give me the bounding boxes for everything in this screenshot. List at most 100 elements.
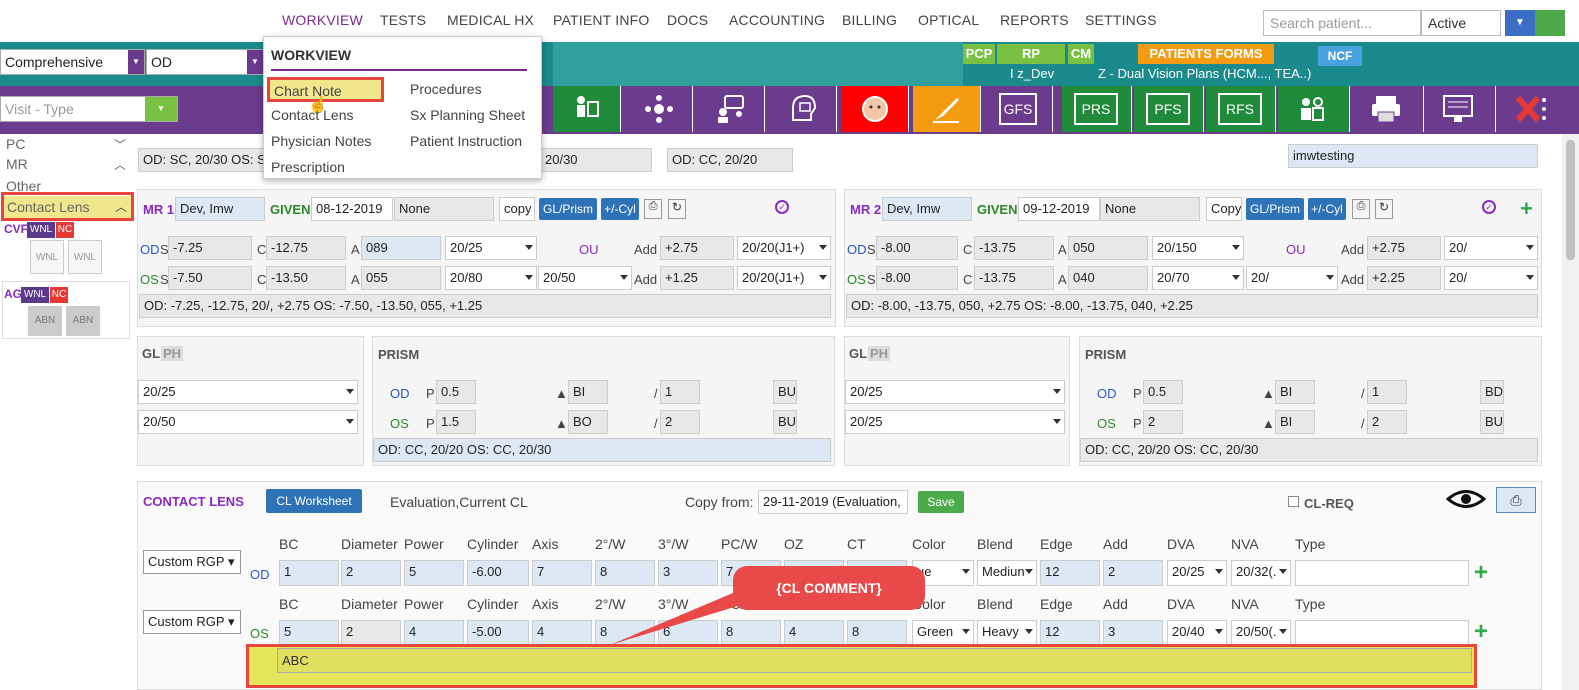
ph1-label[interactable]: PH	[161, 346, 184, 361]
cl-os-field-12[interactable]: 12	[1040, 620, 1100, 646]
prs-button[interactable]: PRS	[1062, 86, 1132, 132]
mr1-os-sphere[interactable]: -7.50	[168, 266, 252, 290]
mr1-os-near[interactable]: 20/20(J1+)	[737, 266, 831, 290]
cl-od-field-13[interactable]: 2	[1103, 560, 1163, 586]
eye-icon[interactable]	[1445, 488, 1487, 513]
ag-os-abn[interactable]: ABN	[66, 306, 100, 336]
mr1-os-add[interactable]: +1.25	[660, 266, 734, 290]
ag-nc-button[interactable]: NC	[50, 287, 68, 303]
mr2-date[interactable]: 09-12-2019	[1018, 197, 1100, 221]
mr2-type[interactable]: None	[1100, 197, 1200, 221]
cl-os-field-3[interactable]: -5.00	[467, 620, 529, 646]
chevron-up-icon[interactable]: ︿	[114, 156, 126, 173]
prism1-od-p[interactable]: 0.5	[436, 380, 476, 404]
mr1-cyl-button[interactable]: +/-Cyl	[601, 198, 639, 220]
exam-tool-button[interactable]	[553, 86, 621, 132]
mr2-od-axis[interactable]: 050	[1068, 236, 1148, 260]
left-item-pc[interactable]: PC	[6, 136, 25, 152]
mr2-print-icon[interactable]: ⎙	[1352, 199, 1370, 219]
mr1-od-near[interactable]: 20/20(J1+)	[737, 236, 831, 260]
search-patient-input[interactable]: Search patient...	[1263, 10, 1421, 36]
vision-summary-right[interactable]: OD: CC, 20/20	[667, 148, 793, 172]
nav-medical-hx[interactable]: MEDICAL HX	[447, 12, 534, 28]
prism1-od-base2[interactable]: BU	[773, 380, 797, 404]
exam-type-select[interactable]: Comprehensive ▼	[0, 49, 145, 75]
prism2-os-base1[interactable]: BI	[1275, 410, 1315, 434]
mr1-os-va[interactable]: 20/80	[445, 266, 537, 290]
network-icon[interactable]	[625, 86, 693, 132]
status-select[interactable]: Active	[1421, 10, 1501, 36]
vision-summary-mid[interactable]: 20/30	[540, 148, 652, 172]
monitor-icon[interactable]	[1424, 86, 1496, 132]
mr1-refresh-icon[interactable]: ↻	[668, 199, 686, 219]
prism2-od-base2[interactable]: BD	[1480, 380, 1504, 404]
mr1-provider[interactable]: Dev, Imw	[175, 197, 265, 221]
mr2-cyl-button[interactable]: +/-Cyl	[1308, 198, 1346, 220]
mr2-od-cyl[interactable]: -13.75	[974, 236, 1054, 260]
consult-icon[interactable]	[697, 86, 765, 132]
cl-os-field-13[interactable]: 3	[1103, 620, 1163, 646]
mr2-os-axis[interactable]: 040	[1068, 266, 1148, 290]
mr2-provider[interactable]: Dev, Imw	[882, 197, 972, 221]
cvf-nc-button[interactable]: NC	[56, 222, 74, 238]
prism1-os-p[interactable]: 1.5	[436, 410, 476, 434]
cl-print-icon[interactable]: ⎙	[1496, 487, 1536, 513]
cl-od-field-14[interactable]: 20/25	[1167, 560, 1227, 586]
cl-os-field-1[interactable]: 2	[341, 620, 401, 646]
nav-accounting[interactable]: ACCOUNTING	[729, 12, 825, 28]
cm-tag[interactable]: CM	[1068, 44, 1094, 64]
mr2-od-sphere[interactable]: -8.00	[876, 236, 958, 260]
prism1-od-base1[interactable]: BI	[568, 380, 608, 404]
mr1-summary[interactable]: OD: -7.25, -12.75, 20/, +2.75 OS: -7.50,…	[139, 294, 831, 318]
gl2-os-select[interactable]: 20/25	[845, 410, 1065, 434]
prism2-summary[interactable]: OD: CC, 20/20 OS: CC, 20/30	[1080, 438, 1538, 462]
mr1-check-icon[interactable]: ✓	[775, 200, 789, 214]
pfs-button[interactable]: PFS	[1134, 86, 1204, 132]
doctor-patient-icon[interactable]	[1278, 86, 1350, 132]
cl-od-field-3[interactable]: -6.00	[467, 560, 529, 586]
cl-os-lens-type[interactable]: Custom RGP ▾	[143, 610, 241, 634]
prism2-od-v2[interactable]: 1	[1367, 380, 1407, 404]
cl-os-add-icon[interactable]: +	[1474, 618, 1488, 646]
menu-item-sx-planning-sheet[interactable]: Sx Planning Sheet	[410, 107, 525, 123]
menu-item-prescription[interactable]: Prescription	[271, 159, 345, 175]
mr1-od-add[interactable]: +2.75	[660, 236, 734, 260]
education-head-icon[interactable]	[769, 86, 837, 132]
nav-settings[interactable]: SETTINGS	[1085, 12, 1157, 28]
nav-tests[interactable]: TESTS	[380, 12, 426, 28]
mr1-gl-prism-button[interactable]: GL/Prism	[539, 198, 597, 220]
rfs-button[interactable]: RFS	[1206, 86, 1276, 132]
mr2-od-near[interactable]: 20/	[1444, 236, 1538, 260]
mr2-od-add[interactable]: +2.75	[1367, 236, 1441, 260]
prism1-summary[interactable]: OD: CC, 20/20 OS: CC, 20/30	[373, 438, 831, 462]
mr2-given[interactable]: GIVEN	[977, 202, 1017, 217]
mr1-od-axis[interactable]: 089	[361, 236, 441, 260]
mr2-os-near[interactable]: 20/	[1444, 266, 1538, 290]
menu-item-contact-lens[interactable]: Contact Lens	[271, 107, 354, 123]
ncf-button[interactable]: NCF	[1318, 46, 1362, 66]
mr1-od-va[interactable]: 20/25	[445, 236, 537, 260]
menu-item-physician-notes[interactable]: Physician Notes	[271, 133, 371, 149]
cl-os-field-16[interactable]	[1295, 620, 1469, 646]
cl-od-field-0[interactable]: 1	[279, 560, 339, 586]
mr2-check-icon[interactable]: ✓	[1482, 200, 1496, 214]
cl-os-field-0[interactable]: 5	[279, 620, 339, 646]
mr2-copy-button[interactable]: Copy	[1206, 197, 1242, 221]
mr2-refresh-icon[interactable]: ↻	[1375, 199, 1393, 219]
nav-optical[interactable]: OPTICAL	[918, 12, 979, 28]
ph2-label[interactable]: PH	[868, 346, 891, 361]
notes-field[interactable]: imwtesting	[1288, 144, 1538, 168]
mr1-os-cyl[interactable]: -13.50	[266, 266, 346, 290]
mr2-os-va[interactable]: 20/70	[1152, 266, 1244, 290]
mr1-given[interactable]: GIVEN	[270, 202, 310, 217]
cl-od-field-11[interactable]: Mediun	[977, 560, 1037, 586]
mr2-os-va2[interactable]: 20/	[1246, 266, 1338, 290]
prism1-os-base2[interactable]: BU	[773, 410, 797, 434]
mr1-os-axis[interactable]: 055	[361, 266, 441, 290]
mr2-gl-prism-button[interactable]: GL/Prism	[1246, 198, 1304, 220]
printer-icon[interactable]	[1352, 86, 1424, 132]
gl1-os-select[interactable]: 20/50	[138, 410, 358, 434]
mr1-print-icon[interactable]: ⎙	[644, 199, 662, 219]
cl-os-field-2[interactable]: 4	[404, 620, 464, 646]
cl-od-field-15[interactable]: 20/32(.	[1231, 560, 1291, 586]
